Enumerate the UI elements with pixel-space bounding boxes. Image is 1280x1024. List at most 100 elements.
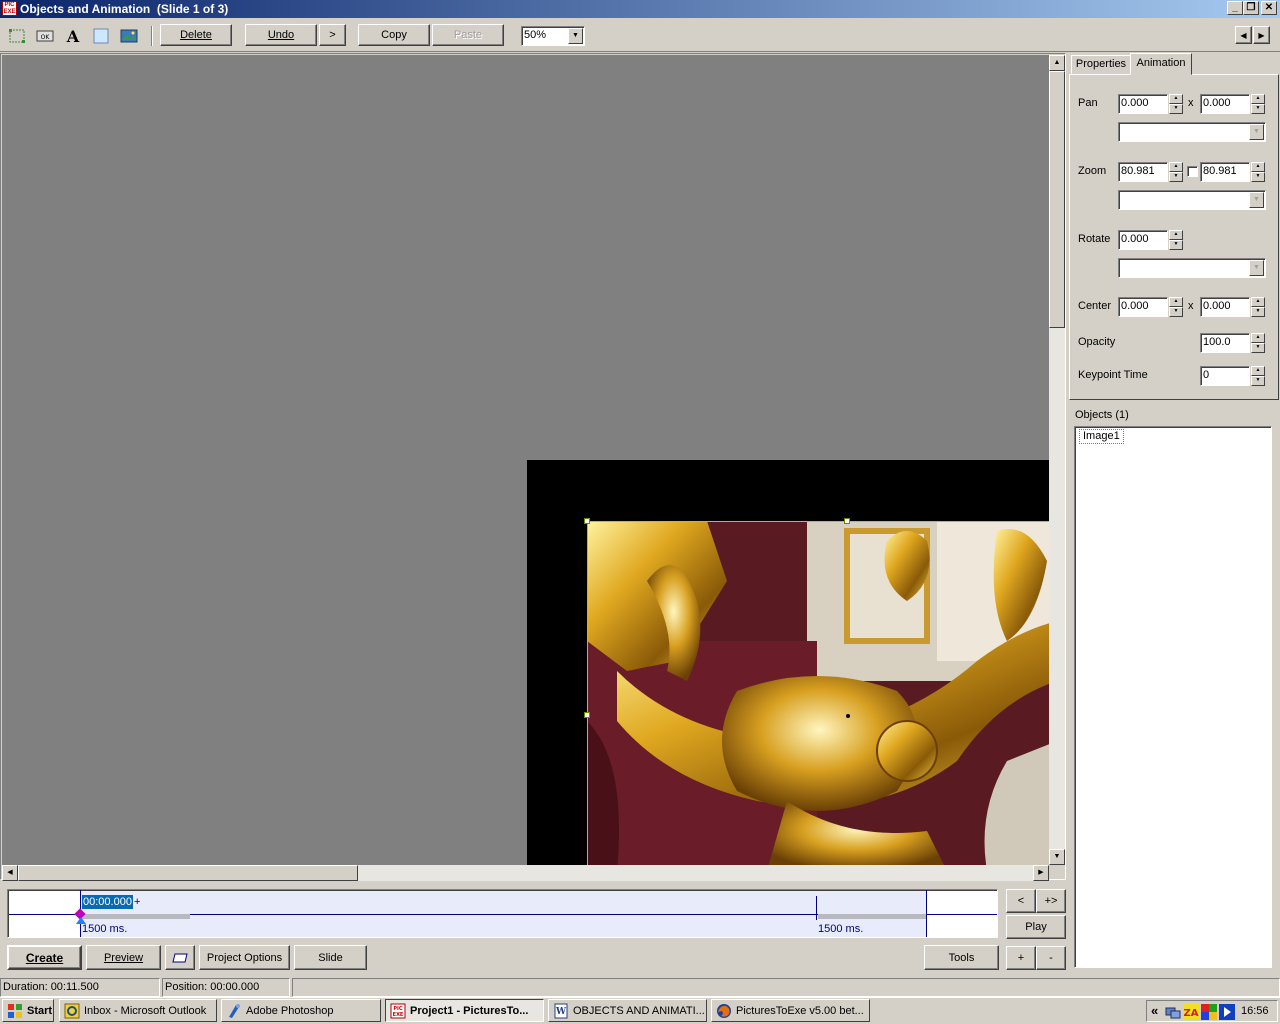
taskbar-item-outlook[interactable]: Inbox - Microsoft Outlook (59, 999, 217, 1022)
horizontal-scrollbar[interactable]: ◀ ▶ (2, 865, 1049, 881)
tab-properties[interactable]: Properties (1071, 55, 1131, 74)
system-tray: « ZA 16:56 (1146, 1000, 1278, 1022)
rotate-spinner[interactable]: ▲ ▼ (1168, 230, 1183, 250)
undo-button[interactable]: Undo (245, 24, 317, 46)
prev-keypoint-button[interactable]: < (1006, 889, 1036, 913)
screen-icon (172, 953, 188, 962)
minimize-button[interactable]: _ (1227, 1, 1243, 15)
slide-button[interactable]: Slide (294, 945, 367, 970)
objects-list[interactable]: Image1 (1074, 426, 1272, 968)
current-time[interactable]: 00:00.000 (82, 895, 133, 909)
delete-button[interactable]: Delete (160, 24, 232, 46)
scroll-left-icon[interactable]: ◀ (2, 865, 18, 881)
resize-handle-top[interactable] (844, 518, 850, 524)
keypoint-time-spinner[interactable]: ▲ ▼ (1250, 366, 1265, 386)
preview-button[interactable]: Preview (86, 945, 161, 970)
keypoint-time-input[interactable]: 0 (1200, 366, 1250, 386)
chevron-down-icon[interactable]: ▼ (1249, 124, 1264, 140)
redo-button[interactable]: > (319, 24, 346, 46)
tab-animation[interactable]: Animation (1130, 53, 1192, 75)
svg-text:A: A (66, 28, 80, 44)
text-tool-icon[interactable]: A (64, 28, 82, 44)
center-y-spinner[interactable]: ▲ ▼ (1250, 297, 1265, 317)
tray-expand-icon[interactable]: « (1151, 1003, 1158, 1018)
network-icon[interactable] (1165, 1004, 1181, 1020)
image-tool-icon[interactable] (120, 28, 138, 44)
zoom-x-spinner[interactable]: ▲ ▼ (1168, 162, 1183, 182)
center-x-input[interactable]: 0.000 (1118, 297, 1168, 317)
zoom-link-checkbox[interactable] (1187, 166, 1198, 177)
rectangle-tool-icon[interactable] (8, 28, 26, 44)
taskbar-item-word[interactable]: W OBJECTS AND ANIMATI... (548, 999, 707, 1022)
zoom-select[interactable]: 50% ▼ (521, 26, 585, 46)
security-icon[interactable] (1201, 1004, 1217, 1020)
restore-button[interactable]: ❐ (1243, 1, 1259, 15)
center-y-input[interactable]: 0.000 (1200, 297, 1250, 317)
taskbar-item-picturestoexe-project[interactable]: PIC EXE Project1 - PicturesTo... (385, 999, 544, 1022)
firefox-icon (717, 1003, 731, 1018)
list-item[interactable]: Image1 (1079, 429, 1124, 444)
close-button[interactable]: ✕ (1261, 1, 1277, 15)
add-keypoint-button[interactable]: +> (1036, 889, 1066, 913)
center-point[interactable] (846, 714, 850, 718)
taskbar-item-photoshop[interactable]: Adobe Photoshop (221, 999, 381, 1022)
scroll-down-icon[interactable]: ▼ (1049, 849, 1065, 865)
canvas-area[interactable] (2, 55, 1049, 865)
scroll-right-icon[interactable]: ▶ (1033, 865, 1049, 881)
pan-y-input[interactable]: 0.000 (1200, 94, 1250, 114)
horizontal-scroll-thumb[interactable] (18, 865, 358, 881)
chevron-down-icon[interactable]: ▼ (1249, 260, 1264, 276)
play-button[interactable]: Play (1006, 915, 1066, 939)
pan-x-input[interactable]: 0.000 (1118, 94, 1168, 114)
button-tool-icon[interactable]: OK (36, 28, 54, 44)
center-x-spinner[interactable]: ▲ ▼ (1168, 297, 1183, 317)
copy-button[interactable]: Copy (358, 24, 430, 46)
timeline-fade-marker (816, 896, 817, 920)
timeline[interactable]: 00:00.000 + 1500 ms. 1500 ms. (7, 889, 998, 938)
objects-header: Objects (1) (1075, 409, 1129, 421)
pan-easing-select[interactable]: ▼ (1118, 122, 1266, 142)
start-button[interactable]: Start (2, 999, 54, 1022)
resize-handle-left[interactable] (584, 712, 590, 718)
toolbar-separator (151, 26, 153, 46)
pan-y-spinner[interactable]: ▲ ▼ (1250, 94, 1265, 114)
media-play-icon[interactable] (1219, 1004, 1235, 1020)
taskbar-item-firefox[interactable]: PicturesToExe v5.00 bet... (711, 999, 870, 1022)
zoom-x-input[interactable]: 80.981 (1118, 162, 1168, 182)
title-bar: PIC EXE Objects and Animation (Slide 1 of… (0, 0, 1280, 18)
outlook-icon (64, 1003, 80, 1018)
rotate-input[interactable]: 0.000 (1118, 230, 1168, 250)
timeline-track-bottom (80, 914, 926, 937)
opacity-input[interactable]: 100.0 (1200, 333, 1250, 353)
project-options-button[interactable]: Project Options (199, 945, 290, 970)
scroll-up-icon[interactable]: ▲ (1049, 55, 1065, 71)
zoom-label: Zoom (1078, 165, 1107, 177)
create-label: Create (25, 950, 64, 965)
rotate-easing-select[interactable]: ▼ (1118, 258, 1266, 278)
fullscreen-button[interactable] (165, 945, 195, 970)
resize-handle-top-left[interactable] (584, 518, 590, 524)
preview-label: Preview (103, 951, 144, 964)
create-button[interactable]: Create (7, 945, 82, 970)
zoom-y-input[interactable]: 80.981 (1200, 162, 1250, 182)
vertical-scroll-thumb[interactable] (1049, 71, 1065, 328)
chevron-down-icon[interactable]: ▼ (1249, 192, 1264, 208)
next-slide-button[interactable]: ▶ (1253, 26, 1270, 44)
svg-text:ZA: ZA (1184, 1008, 1199, 1019)
prev-slide-button[interactable]: ◀ (1235, 26, 1252, 44)
paste-button[interactable]: Paste (432, 24, 504, 46)
zoom-in-timeline-button[interactable]: + (1006, 946, 1036, 970)
tools-button[interactable]: Tools (924, 945, 999, 970)
zoom-easing-select[interactable]: ▼ (1118, 190, 1266, 210)
add-keypoint-marker[interactable]: + (134, 896, 140, 908)
opacity-spinner[interactable]: ▲ ▼ (1250, 333, 1265, 353)
chevron-down-icon[interactable]: ▼ (568, 28, 583, 44)
fade-in-bar (82, 914, 190, 919)
frame-tool-icon[interactable] (92, 28, 110, 44)
zoom-y-spinner[interactable]: ▲ ▼ (1250, 162, 1265, 182)
vertical-scrollbar[interactable]: ▲ ▼ (1049, 55, 1065, 865)
pan-x-spinner[interactable]: ▲ ▼ (1168, 94, 1183, 114)
zoom-out-timeline-button[interactable]: - (1036, 946, 1066, 970)
zonealarm-icon[interactable]: ZA (1183, 1004, 1199, 1020)
start-label: Start (27, 1004, 53, 1017)
